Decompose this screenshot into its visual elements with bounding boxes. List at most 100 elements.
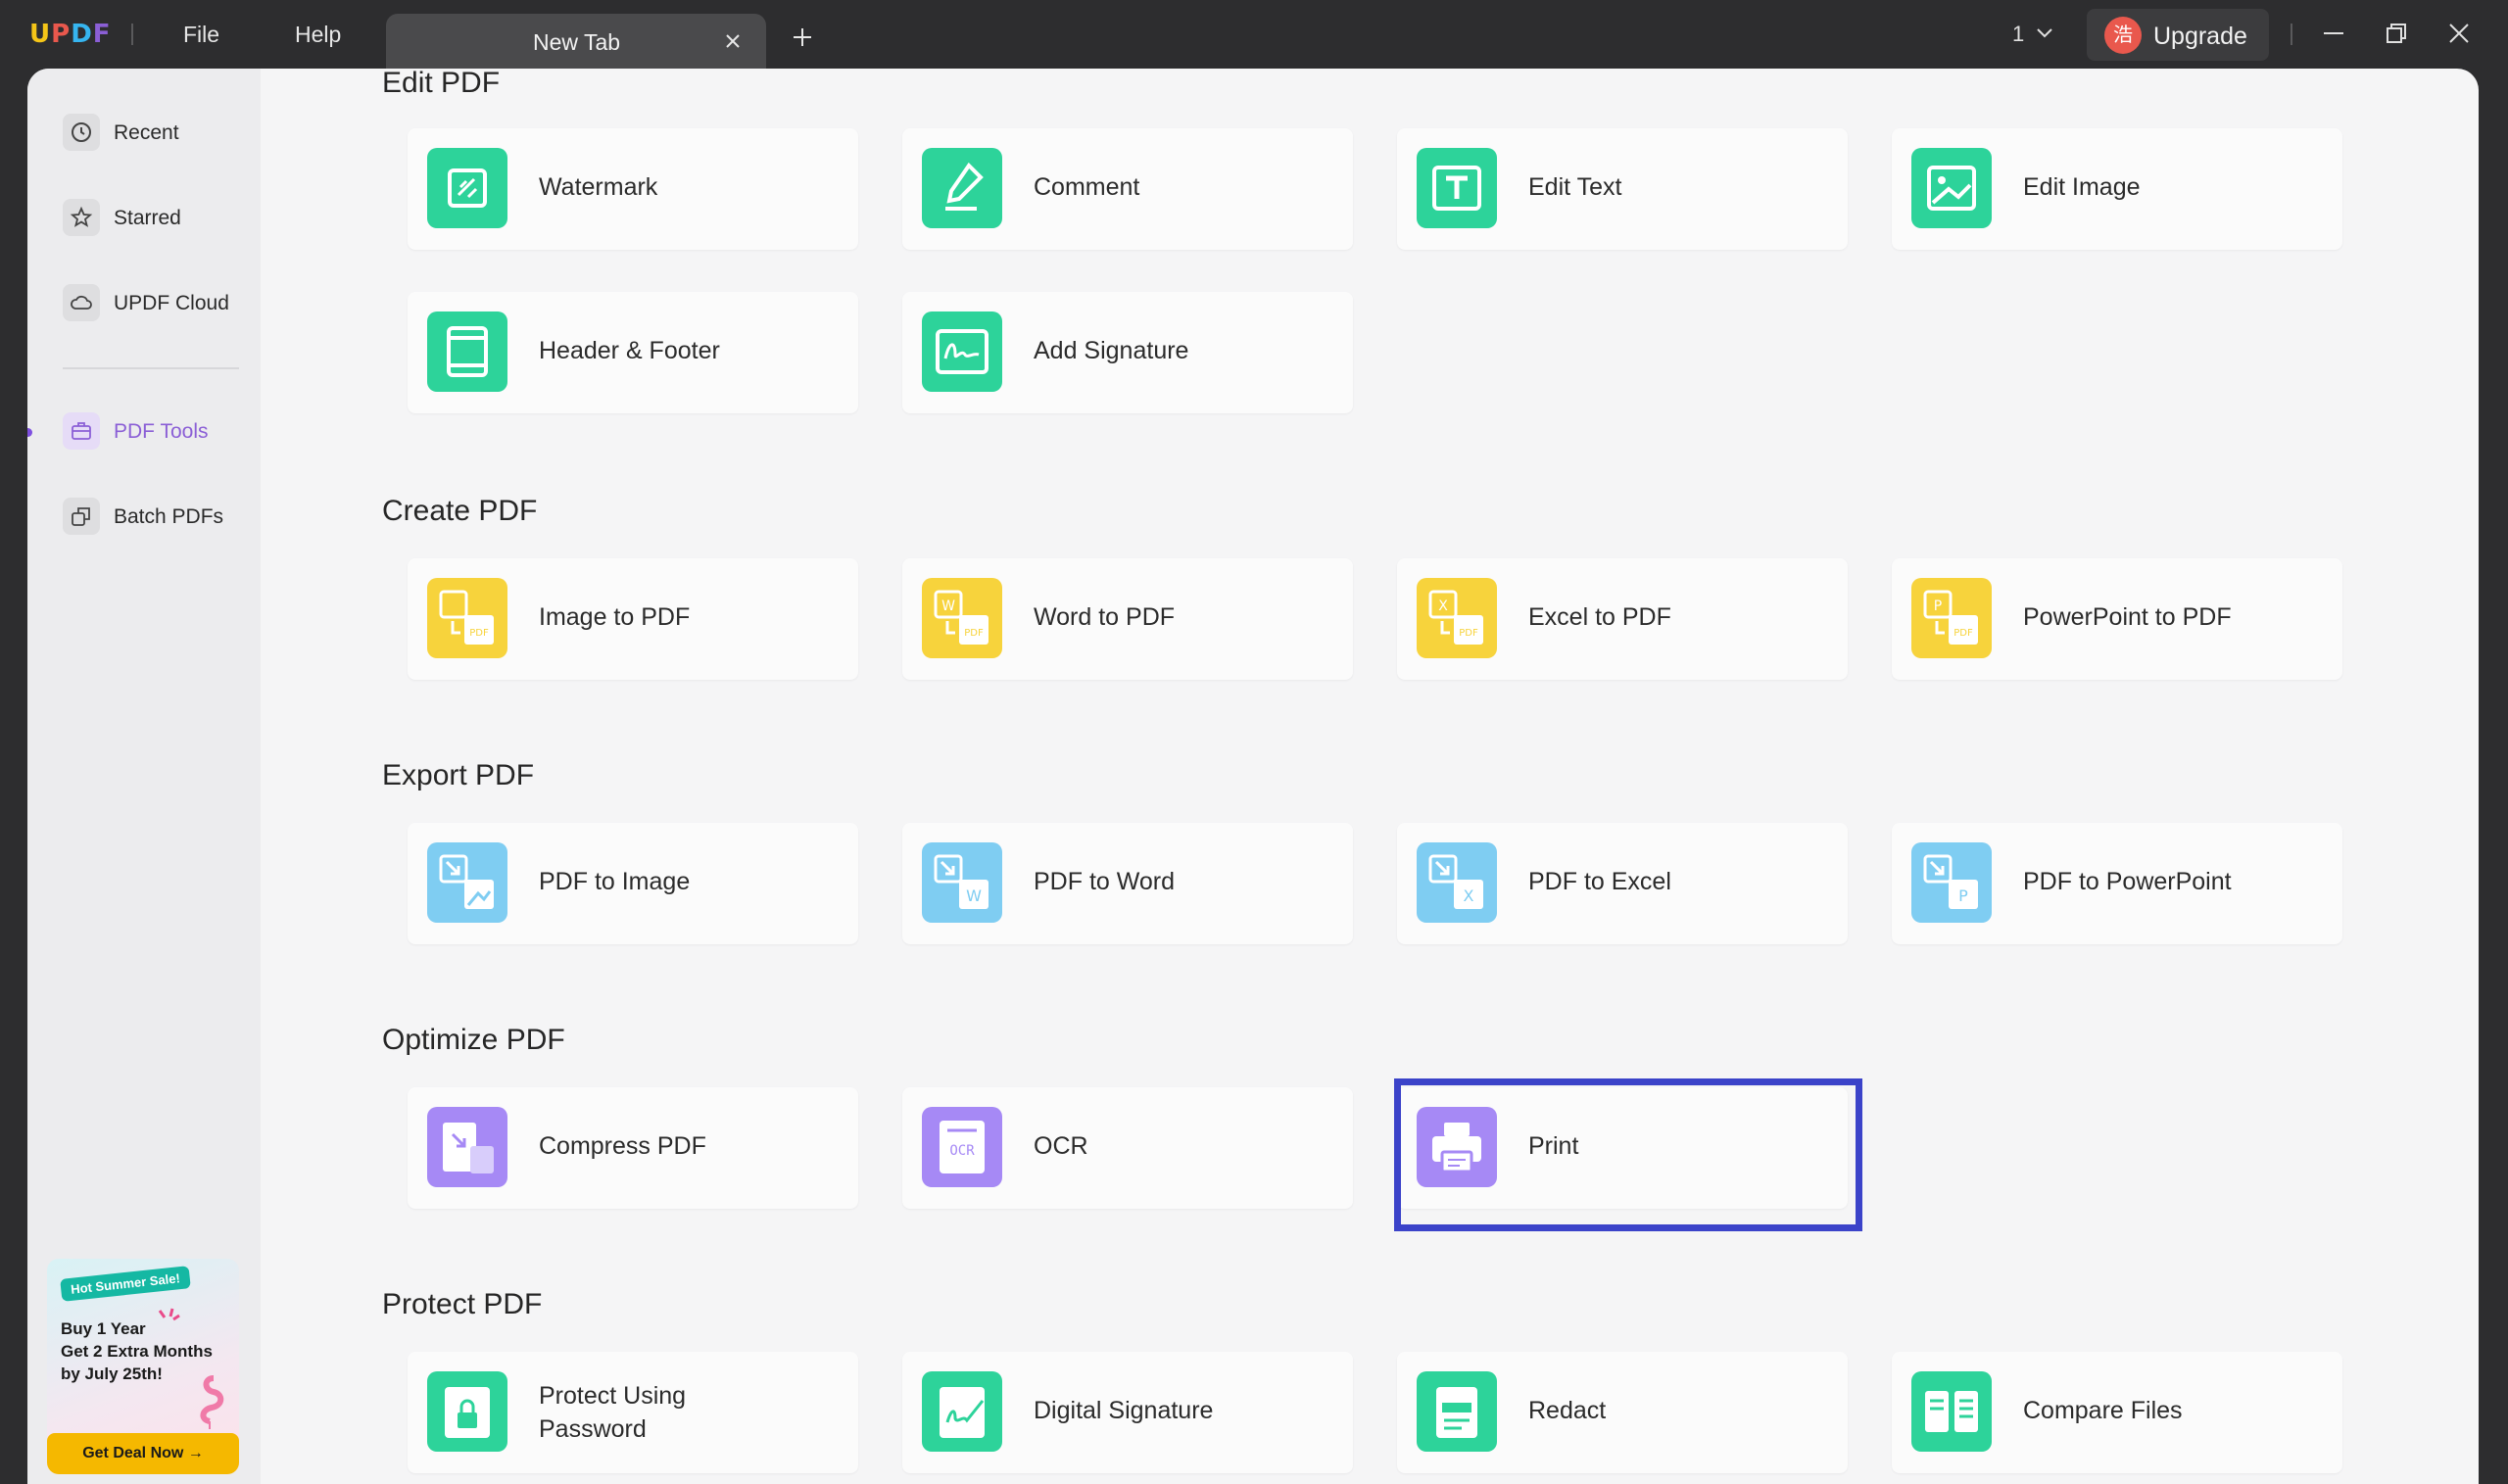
tab-title: New Tab: [533, 29, 621, 55]
sidebar-item-pdf-tools[interactable]: PDF Tools: [55, 407, 251, 457]
tool-excel-to-pdf[interactable]: X PDF Excel to PDF: [1397, 558, 1848, 680]
tool-label: Excel to PDF: [1528, 603, 1671, 631]
tool-image-to-pdf[interactable]: PDF Image to PDF: [408, 558, 858, 680]
digital-signature-icon: [922, 1371, 1002, 1452]
sidebar-item-starred[interactable]: Starred: [55, 193, 251, 244]
svg-text:PDF: PDF: [964, 628, 984, 639]
active-indicator: [27, 428, 32, 437]
tool-label: PDF to Image: [539, 868, 691, 895]
svg-text:P: P: [1958, 886, 1968, 905]
svg-text:PDF: PDF: [1459, 628, 1478, 639]
svg-text:OCR: OCR: [949, 1143, 975, 1159]
batch-icon: [63, 498, 100, 535]
promo-badge: Hot Summer Sale!: [60, 1266, 191, 1302]
tool-label: Digital Signature: [1034, 1397, 1214, 1424]
upgrade-button[interactable]: 浩 Upgrade: [2087, 9, 2269, 61]
menu-help[interactable]: Help: [295, 22, 341, 48]
watermark-icon: [427, 148, 507, 228]
tool-pdf-to-image[interactable]: PDF to Image: [408, 823, 858, 944]
compare-files-icon: [1911, 1371, 1992, 1452]
sidebar-item-batch-pdfs[interactable]: Batch PDFs: [55, 492, 251, 543]
pdf-to-excel-icon: X: [1417, 842, 1497, 923]
powerpoint-to-pdf-icon: P PDF: [1911, 578, 1992, 658]
tool-label: PDF to Excel: [1528, 868, 1671, 895]
tool-comment[interactable]: Comment: [902, 128, 1353, 250]
image-to-pdf-icon: PDF: [427, 578, 507, 658]
title-separator: [131, 24, 133, 45]
tool-compress-pdf[interactable]: Compress PDF: [408, 1087, 858, 1209]
tool-powerpoint-to-pdf[interactable]: P PDF PowerPoint to PDF: [1892, 558, 2342, 680]
promo-line: Get 2 Extra Months: [61, 1342, 213, 1361]
minimize-icon[interactable]: [2320, 20, 2347, 47]
comment-pen-icon: [922, 148, 1002, 228]
tool-protect-using-password[interactable]: Protect Using Password: [408, 1352, 858, 1473]
title-separator: [2291, 24, 2292, 45]
tool-digital-signature[interactable]: Digital Signature: [902, 1352, 1353, 1473]
section-title-optimize-pdf: Optimize PDF: [382, 1024, 565, 1056]
sidebar-divider: [63, 367, 239, 369]
sidebar-item-updf-cloud[interactable]: UPDF Cloud: [55, 278, 251, 329]
avatar: 浩: [2104, 17, 2142, 54]
tool-label: PDF to PowerPoint: [2023, 868, 2232, 895]
menu-file[interactable]: File: [183, 22, 219, 48]
sidebar-item-label: Recent: [114, 121, 179, 144]
svg-text:PDF: PDF: [469, 628, 489, 639]
sidebar-item-recent[interactable]: Recent: [55, 108, 251, 159]
tool-header-footer[interactable]: Header & Footer: [408, 292, 858, 413]
tool-label: Redact: [1528, 1397, 1607, 1424]
tool-edit-image[interactable]: Edit Image: [1892, 128, 2342, 250]
tool-ocr[interactable]: OCR OCR: [902, 1087, 1353, 1209]
tool-word-to-pdf[interactable]: W PDF Word to PDF: [902, 558, 1353, 680]
tool-compare-files[interactable]: Compare Files: [1892, 1352, 2342, 1473]
tool-label: Protect Using Password: [539, 1379, 754, 1446]
tool-redact[interactable]: Redact: [1397, 1352, 1848, 1473]
ocr-icon: OCR: [922, 1107, 1002, 1187]
svg-text:X: X: [1464, 886, 1474, 905]
get-deal-button[interactable]: Get Deal Now →: [47, 1433, 239, 1474]
get-deal-label: Get Deal Now: [82, 1445, 184, 1461]
edit-image-icon: [1911, 148, 1992, 228]
tool-label: Add Signature: [1034, 337, 1189, 364]
signature-icon: [922, 311, 1002, 392]
tool-label: Comment: [1034, 173, 1140, 201]
promo-banner[interactable]: Hot Summer Sale! Buy 1 Year Get 2 Extra …: [47, 1259, 239, 1474]
promo-line: Buy 1 Year: [61, 1319, 146, 1338]
tool-label: Word to PDF: [1034, 603, 1176, 631]
tool-add-signature[interactable]: Add Signature: [902, 292, 1353, 413]
cloud-icon: [63, 284, 100, 321]
title-bar: UPDF File Help New Tab 1 浩 Upgrade: [0, 0, 2508, 71]
tab-new-tab[interactable]: New Tab: [386, 14, 766, 71]
word-to-pdf-icon: W PDF: [922, 578, 1002, 658]
restore-icon[interactable]: [2383, 20, 2410, 47]
tool-label: Watermark: [539, 173, 658, 201]
page-indicator[interactable]: 1: [2012, 22, 2024, 47]
sidebar: Recent Starred UPDF Cloud PDF Tools Batc…: [27, 69, 261, 1484]
tool-edit-text[interactable]: Edit Text: [1397, 128, 1848, 250]
tool-pdf-to-excel[interactable]: X PDF to Excel: [1397, 823, 1848, 944]
tool-label: Header & Footer: [539, 337, 720, 364]
close-tab-icon[interactable]: [719, 27, 747, 55]
svg-text:W: W: [941, 598, 955, 614]
tool-label: Edit Text: [1528, 173, 1622, 201]
edit-text-icon: [1417, 148, 1497, 228]
toolbox-icon: [63, 412, 100, 450]
lock-icon: [427, 1371, 507, 1452]
svg-text:W: W: [966, 886, 982, 905]
tool-pdf-to-powerpoint[interactable]: P PDF to PowerPoint: [1892, 823, 2342, 944]
sidebar-item-label: PDF Tools: [114, 420, 209, 443]
new-tab-icon[interactable]: [789, 24, 816, 51]
svg-text:X: X: [1438, 598, 1448, 614]
tool-label: Image to PDF: [539, 603, 691, 631]
redact-icon: [1417, 1371, 1497, 1452]
section-title-protect-pdf: Protect PDF: [382, 1288, 543, 1320]
tool-label: OCR: [1034, 1132, 1088, 1160]
compress-icon: [427, 1107, 507, 1187]
close-window-icon[interactable]: [2445, 20, 2473, 47]
tool-label: Compress PDF: [539, 1132, 706, 1160]
selection-highlight: [1394, 1078, 1862, 1231]
tool-label: PDF to Word: [1034, 868, 1176, 895]
chevron-down-icon[interactable]: [2034, 25, 2055, 41]
tool-watermark[interactable]: Watermark: [408, 128, 858, 250]
star-icon: [63, 199, 100, 236]
tool-pdf-to-word[interactable]: W PDF to Word: [902, 823, 1353, 944]
